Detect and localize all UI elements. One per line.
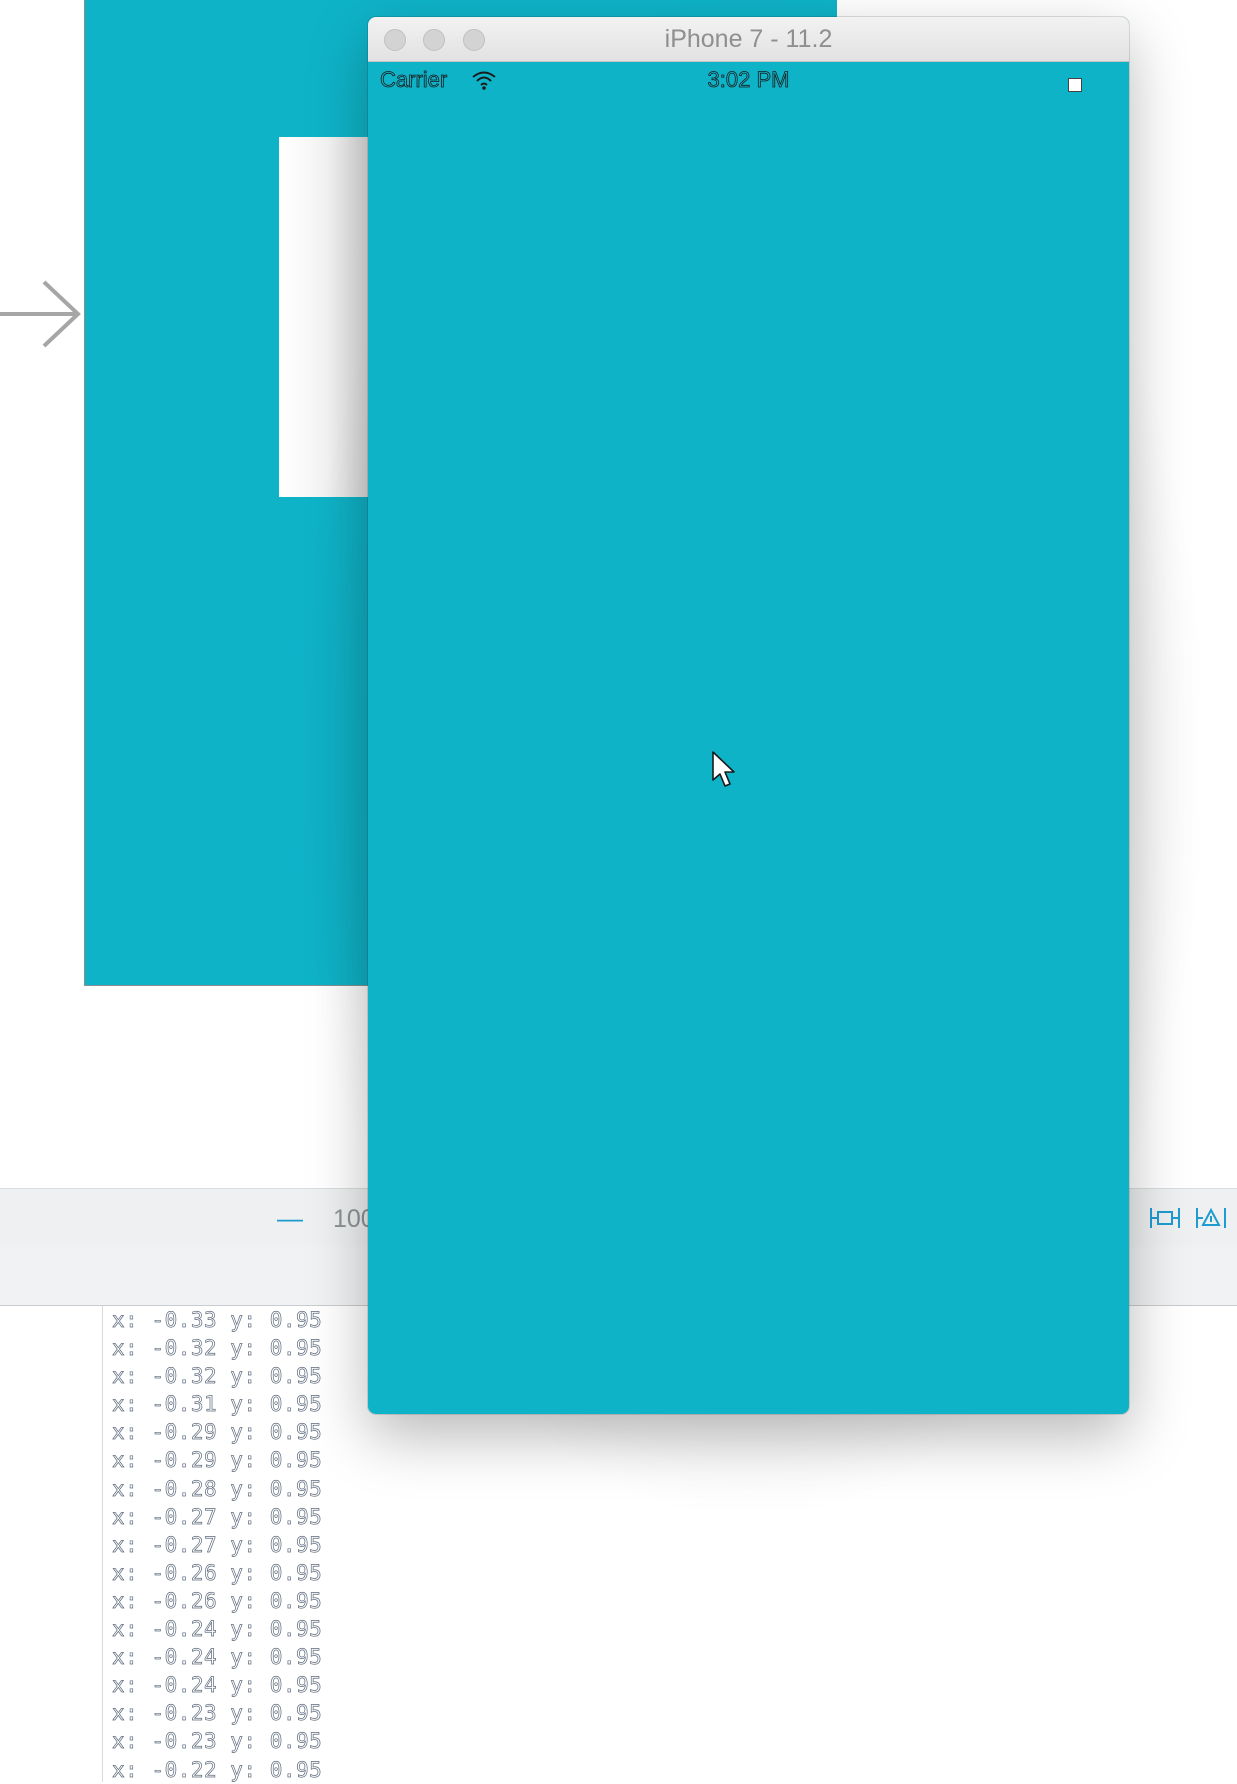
- console-line: x: -0.26 y: 0.95: [112, 1560, 323, 1585]
- console-line: x: -0.26 y: 0.95: [112, 1588, 323, 1614]
- zoom-button[interactable]: [463, 29, 485, 51]
- close-button[interactable]: [384, 29, 406, 51]
- simulator-titlebar[interactable]: iPhone 7 - 11.2: [368, 17, 1129, 62]
- console-line: x: -0.24 y: 0.95: [112, 1617, 323, 1642]
- console-divider: [102, 1306, 103, 1782]
- align-icon[interactable]: [1194, 1203, 1228, 1233]
- console-line: x: -0.22 y: 0.95: [112, 1757, 323, 1782]
- minimize-button[interactable]: [423, 29, 445, 51]
- console-line: x: -0.29 y: 0.95: [112, 1420, 323, 1445]
- console-line: x: -0.23 y: 0.95: [112, 1729, 323, 1754]
- console-line: x: -0.31 y: 0.95: [112, 1392, 323, 1417]
- console-line: x: -0.32 y: 0.95: [112, 1336, 323, 1361]
- console-line: x: -0.29 y: 0.95: [112, 1448, 323, 1473]
- console-line: x: -0.28 y: 0.95: [112, 1476, 323, 1501]
- initial-view-controller-arrow-icon: [0, 280, 81, 348]
- console-line: x: -0.23 y: 0.95: [112, 1701, 323, 1726]
- layout-controls: [1148, 1203, 1228, 1233]
- simulator-window[interactable]: iPhone 7 - 11.2 Carrier 3:02 PM: [368, 17, 1129, 1414]
- console-line: x: -0.24 y: 0.95: [112, 1673, 323, 1698]
- console-line: x: -0.27 y: 0.95: [112, 1532, 323, 1557]
- zoom-out-button[interactable]: —: [270, 1205, 310, 1231]
- console-line: x: -0.24 y: 0.95: [112, 1645, 323, 1670]
- ios-status-bar: Carrier 3:02 PM: [368, 61, 1129, 101]
- console-line: x: -0.32 y: 0.95: [112, 1364, 323, 1389]
- console-line: x: -0.33 y: 0.95: [112, 1308, 323, 1333]
- update-frames-icon[interactable]: [1148, 1203, 1182, 1233]
- status-time: 3:02 PM: [707, 67, 790, 93]
- console-line: x: -0.27 y: 0.95: [112, 1504, 323, 1529]
- app-view[interactable]: [368, 101, 1129, 1414]
- side-menu-view[interactable]: [279, 137, 369, 497]
- console-output: x: -0.33 y: 0.95 x: -0.32 y: 0.95 x: -0.…: [112, 1306, 322, 1784]
- battery-icon: [1068, 78, 1082, 92]
